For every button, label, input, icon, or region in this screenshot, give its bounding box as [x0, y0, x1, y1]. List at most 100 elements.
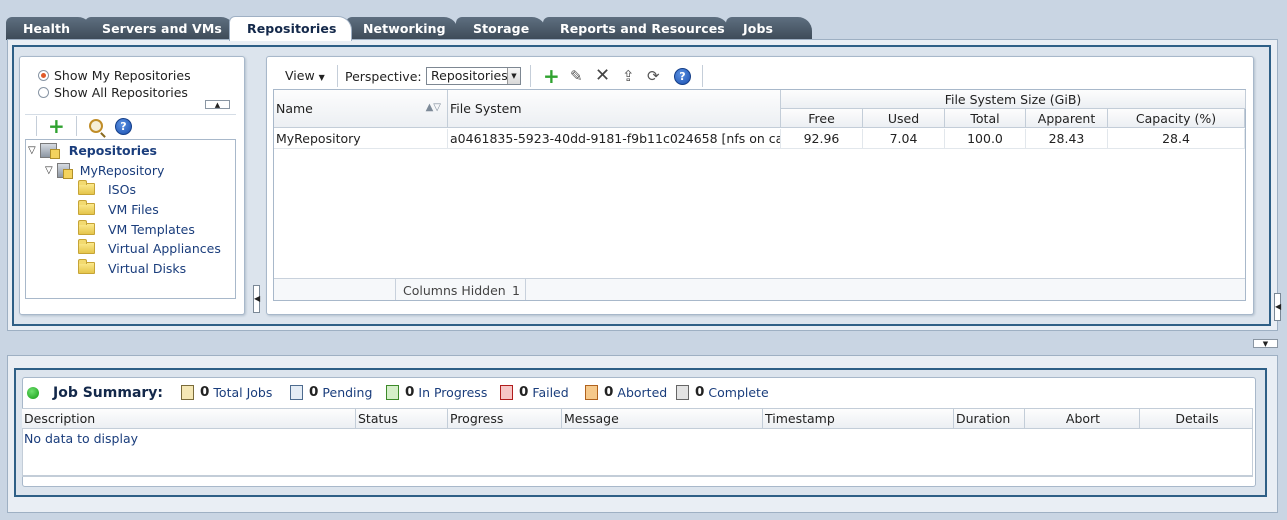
job-stat-complete[interactable]: 0 Complete — [676, 384, 769, 400]
tab-servers-and-vms[interactable]: Servers and VMs — [85, 17, 235, 40]
column-header-used-label: Used — [887, 110, 920, 126]
clock-icon — [290, 384, 303, 400]
cell-file-system: a0461835-5923-40dd-9181-f9b11c024658 [nf… — [450, 129, 781, 148]
splitter-collapse-handle[interactable]: ◀ — [253, 285, 260, 313]
tab-storage[interactable]: Storage — [456, 17, 546, 40]
tree-item-label: Virtual Appliances — [108, 240, 221, 256]
in-progress-count: 0 — [405, 384, 415, 400]
expanded-triangle-icon[interactable]: ▽ — [28, 145, 36, 156]
sort-icon[interactable]: ▲▽ — [426, 102, 441, 113]
add-icon[interactable]: + — [48, 116, 65, 136]
cell-free: 92.96 — [781, 129, 863, 148]
cell-total: 100.0 — [945, 129, 1026, 148]
job-column-description[interactable]: Description — [22, 409, 356, 429]
radio-my-label: Show My Repositories — [54, 68, 191, 83]
tab-jobs-label: Jobs — [743, 21, 774, 36]
job-summary-title: Job Summary: — [53, 385, 164, 401]
job-stat-pending[interactable]: 0 Pending — [290, 384, 372, 400]
tree-node-vm-templates[interactable]: VM Templates — [78, 220, 195, 238]
job-column-duration[interactable]: Duration — [954, 409, 1025, 429]
right-splitter-handle[interactable]: ◀ — [1274, 293, 1281, 321]
tab-health[interactable]: Health — [6, 17, 92, 40]
tree-node-isos[interactable]: ISOs — [78, 180, 136, 198]
job-column-progress[interactable]: Progress — [448, 409, 562, 429]
help-icon[interactable]: ? — [674, 68, 691, 85]
column-header-apparent[interactable]: Apparent — [1026, 109, 1108, 128]
job-stat-in-progress[interactable]: 0 In Progress — [386, 384, 487, 400]
collapse-down-button[interactable]: ▼ — [1253, 339, 1278, 348]
present-repository-icon[interactable]: ⇪ — [622, 67, 635, 85]
job-column-timestamp[interactable]: Timestamp — [763, 409, 954, 429]
cell-capacity: 28.4 — [1108, 129, 1245, 148]
radio-button-selected[interactable] — [38, 70, 49, 81]
triangle-down-icon: ▼ — [1262, 339, 1269, 348]
column-header-name[interactable]: Name ▲▽ — [274, 90, 448, 128]
total-jobs-count: 0 — [200, 384, 210, 400]
view-menu[interactable]: View ▼ — [285, 68, 325, 83]
status-green-icon — [27, 387, 39, 399]
create-repository-icon[interactable]: + — [543, 66, 560, 86]
tab-repositories[interactable]: Repositories — [229, 16, 352, 41]
column-header-used[interactable]: Used — [863, 109, 945, 128]
perspective-select-value: Repositories — [431, 68, 508, 83]
delete-icon[interactable]: ✕ — [595, 65, 610, 86]
job-stat-failed[interactable]: 0 Failed — [500, 384, 569, 400]
tab-networking[interactable]: Networking — [346, 17, 458, 40]
edit-pencil-icon[interactable]: ✎ — [570, 67, 583, 85]
tree-node-virtual-disks[interactable]: Virtual Disks — [78, 259, 186, 277]
expanded-triangle-icon[interactable]: ▽ — [45, 165, 53, 176]
pending-count: 0 — [309, 384, 319, 400]
triangle-left-icon: ◀ — [1275, 302, 1282, 311]
job-column-message[interactable]: Message — [562, 409, 763, 429]
columns-hidden-count[interactable]: 1 — [512, 283, 520, 298]
job-column-label: Timestamp — [765, 411, 835, 426]
job-stat-total[interactable]: 0 Total Jobs — [181, 384, 272, 400]
aborted-count: 0 — [604, 384, 614, 400]
tree-item-label: VM Templates — [108, 221, 195, 237]
radio-show-all-repositories[interactable]: Show All Repositories — [38, 84, 188, 101]
tab-reports-and-resources[interactable]: Reports and Resources — [543, 17, 729, 40]
table-footer: Columns Hidden 1 — [274, 278, 1245, 300]
tree-node-myrepository[interactable]: ▽ MyRepository — [45, 161, 164, 179]
collapse-up-button[interactable]: ▲ — [205, 100, 230, 109]
column-header-file-system-label: File System — [450, 101, 522, 116]
column-header-free[interactable]: Free — [781, 109, 863, 128]
tree-node-vm-files[interactable]: VM Files — [78, 200, 159, 218]
refresh-repository-icon[interactable]: ⟳ — [647, 67, 660, 85]
help-icon[interactable]: ? — [115, 118, 132, 135]
column-group-file-system-size: File System Size (GiB) — [781, 90, 1246, 109]
tab-storage-label: Storage — [473, 21, 530, 36]
cell-name: MyRepository — [274, 129, 448, 148]
job-column-label: Abort — [1065, 411, 1101, 426]
view-menu-label: View — [285, 68, 315, 83]
row-divider — [274, 148, 1245, 149]
job-column-details[interactable]: Details — [1140, 409, 1253, 429]
column-header-total[interactable]: Total — [945, 109, 1026, 128]
perspective-select[interactable]: Repositories ▼ — [426, 67, 521, 85]
column-group-label: File System Size (GiB) — [944, 91, 1082, 107]
job-column-abort[interactable]: Abort — [1025, 409, 1140, 429]
clipboard-icon — [181, 384, 194, 400]
play-icon — [386, 384, 399, 400]
pending-label: Pending — [322, 384, 373, 400]
job-column-label: Progress — [450, 411, 504, 426]
job-column-status[interactable]: Status — [356, 409, 448, 429]
search-icon[interactable] — [89, 119, 103, 133]
failed-label: Failed — [532, 384, 569, 400]
divider — [22, 476, 1253, 477]
column-header-capacity[interactable]: Capacity (%) — [1108, 109, 1245, 128]
job-column-label: Status — [358, 411, 398, 426]
failed-count: 0 — [519, 384, 529, 400]
toolbar-separator — [36, 116, 39, 136]
tree-node-repositories[interactable]: ▽ Repositories — [28, 141, 157, 159]
chevron-down-icon[interactable]: ▼ — [507, 68, 520, 84]
tab-jobs[interactable]: Jobs — [726, 17, 812, 40]
in-progress-label: In Progress — [418, 384, 488, 400]
job-stat-aborted[interactable]: 0 Aborted — [585, 384, 667, 400]
column-header-file-system[interactable]: File System — [448, 90, 781, 128]
radio-button-unselected[interactable] — [38, 87, 49, 98]
radio-show-my-repositories[interactable]: Show My Repositories — [38, 67, 191, 84]
repositories-table: Name ▲▽ File System File System Size (Gi… — [273, 89, 1246, 301]
tree-node-virtual-appliances[interactable]: Virtual Appliances — [78, 239, 221, 257]
job-column-label: Message — [564, 411, 619, 426]
